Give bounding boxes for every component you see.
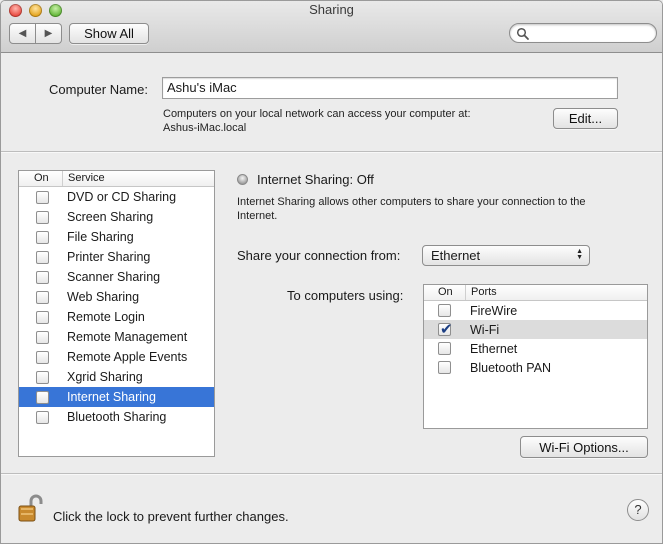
- forward-arrow-icon: ▶: [44, 28, 53, 39]
- sharing-window: Sharing ◀ ▶ Show All Computer Name: Ashu…: [0, 0, 663, 544]
- back-forward-control: ◀ ▶: [9, 23, 62, 44]
- edit-button[interactable]: Edit...: [553, 108, 618, 129]
- lock-button[interactable]: [17, 494, 45, 524]
- help-icon: ?: [634, 502, 642, 517]
- forward-button[interactable]: ▶: [36, 23, 62, 44]
- service-checkbox[interactable]: [36, 310, 49, 324]
- service-label: Scanner Sharing: [67, 270, 161, 284]
- service-label: Remote Apple Events: [67, 350, 188, 364]
- toolbar: Sharing ◀ ▶ Show All: [1, 1, 662, 53]
- service-checkbox[interactable]: [36, 210, 49, 224]
- back-arrow-icon: ◀: [18, 28, 27, 39]
- computer-name-label: Computer Name:: [49, 82, 148, 97]
- service-row-bluetooth-sharing[interactable]: Bluetooth Sharing: [19, 407, 214, 427]
- service-row-remote-management[interactable]: Remote Management: [19, 327, 214, 347]
- port-label: Bluetooth PAN: [470, 360, 552, 375]
- service-checkbox[interactable]: [36, 370, 49, 384]
- service-label: Printer Sharing: [67, 250, 151, 264]
- service-checkbox[interactable]: [36, 390, 49, 404]
- footer-divider: [1, 473, 662, 474]
- port-row-bluetooth-pan[interactable]: Bluetooth PAN: [424, 358, 647, 377]
- search-field[interactable]: [509, 23, 657, 43]
- column-on[interactable]: On: [424, 285, 466, 300]
- service-row-dvd[interactable]: DVD or CD Sharing: [19, 187, 214, 207]
- service-row-printer-sharing[interactable]: Printer Sharing: [19, 247, 214, 267]
- status-indicator-icon: [237, 174, 248, 185]
- computer-hostname: Ashus-iMac.local: [163, 122, 247, 134]
- service-label: Bluetooth Sharing: [67, 410, 167, 424]
- computer-name-field[interactable]: Ashu's iMac: [162, 77, 618, 99]
- port-checkbox[interactable]: [438, 342, 451, 355]
- port-row-firewire[interactable]: FireWire: [424, 301, 647, 320]
- service-label: Web Sharing: [67, 290, 140, 304]
- column-service[interactable]: Service: [63, 171, 105, 186]
- service-label: DVD or CD Sharing: [67, 190, 177, 204]
- service-label: Remote Management: [67, 330, 188, 344]
- service-label: File Sharing: [67, 230, 134, 244]
- service-row-remote-apple-events[interactable]: Remote Apple Events: [19, 347, 214, 367]
- service-label: Remote Login: [67, 310, 145, 324]
- service-checkbox[interactable]: [36, 270, 49, 284]
- internet-sharing-description-line1: Internet Sharing allows other computers …: [237, 196, 586, 208]
- service-checkbox[interactable]: [36, 290, 49, 304]
- port-label: Ethernet: [470, 341, 518, 356]
- service-checkbox[interactable]: [36, 190, 49, 204]
- to-computers-label: To computers using:: [287, 288, 404, 303]
- lock-message: Click the lock to prevent further change…: [53, 509, 289, 524]
- service-row-screen-sharing[interactable]: Screen Sharing: [19, 207, 214, 227]
- share-from-label: Share your connection from:: [237, 248, 401, 263]
- port-label: FireWire: [470, 303, 518, 318]
- section-divider: [1, 151, 662, 152]
- internet-sharing-description-line2: Internet.: [237, 210, 278, 222]
- service-row-remote-login[interactable]: Remote Login: [19, 307, 214, 327]
- service-checkbox[interactable]: [36, 330, 49, 344]
- service-row-xgrid-sharing[interactable]: Xgrid Sharing: [19, 367, 214, 387]
- help-button[interactable]: ?: [627, 499, 649, 521]
- column-ports[interactable]: Ports: [466, 285, 497, 300]
- service-checkbox[interactable]: [36, 250, 49, 264]
- port-checkbox[interactable]: [438, 304, 451, 317]
- service-row-file-sharing[interactable]: File Sharing: [19, 227, 214, 247]
- lock-open-icon: [18, 494, 43, 522]
- port-row-wifi[interactable]: ✔ Wi-Fi: [424, 320, 647, 339]
- service-checkbox[interactable]: [36, 230, 49, 244]
- service-label: Internet Sharing: [67, 390, 156, 404]
- port-label: Wi-Fi: [470, 322, 500, 337]
- search-icon: [516, 27, 529, 40]
- ports-list-header: On Ports: [424, 285, 647, 301]
- service-row-scanner-sharing[interactable]: Scanner Sharing: [19, 267, 214, 287]
- service-row-web-sharing[interactable]: Web Sharing: [19, 287, 214, 307]
- share-from-popup[interactable]: Ethernet ▲ ▼: [422, 245, 590, 266]
- service-label: Screen Sharing: [67, 210, 154, 224]
- checkmark-icon: ✔: [440, 321, 453, 338]
- service-checkbox[interactable]: [36, 350, 49, 364]
- back-button[interactable]: ◀: [9, 23, 36, 44]
- port-row-ethernet[interactable]: Ethernet: [424, 339, 647, 358]
- service-list-header: On Service: [19, 171, 214, 187]
- column-on[interactable]: On: [19, 171, 63, 186]
- service-label: Xgrid Sharing: [67, 370, 143, 384]
- ports-list: On Ports FireWire ✔ Wi-Fi Ethernet Bluet…: [423, 284, 648, 429]
- internet-sharing-status: Internet Sharing: Off: [257, 172, 374, 187]
- port-checkbox[interactable]: [438, 361, 451, 374]
- computer-address-info: Computers on your local network can acce…: [163, 108, 471, 120]
- port-checkbox-checked[interactable]: ✔: [438, 321, 453, 338]
- show-all-button[interactable]: Show All: [69, 23, 149, 44]
- service-checkbox[interactable]: [36, 410, 49, 424]
- window-title: Sharing: [309, 2, 354, 17]
- popup-arrows-icon: ▲ ▼: [576, 248, 583, 261]
- wifi-options-button[interactable]: Wi-Fi Options...: [520, 436, 648, 458]
- service-row-internet-sharing[interactable]: Internet Sharing: [19, 387, 214, 407]
- share-from-value: Ethernet: [431, 248, 481, 263]
- service-list: On Service DVD or CD Sharing Screen Shar…: [18, 170, 215, 457]
